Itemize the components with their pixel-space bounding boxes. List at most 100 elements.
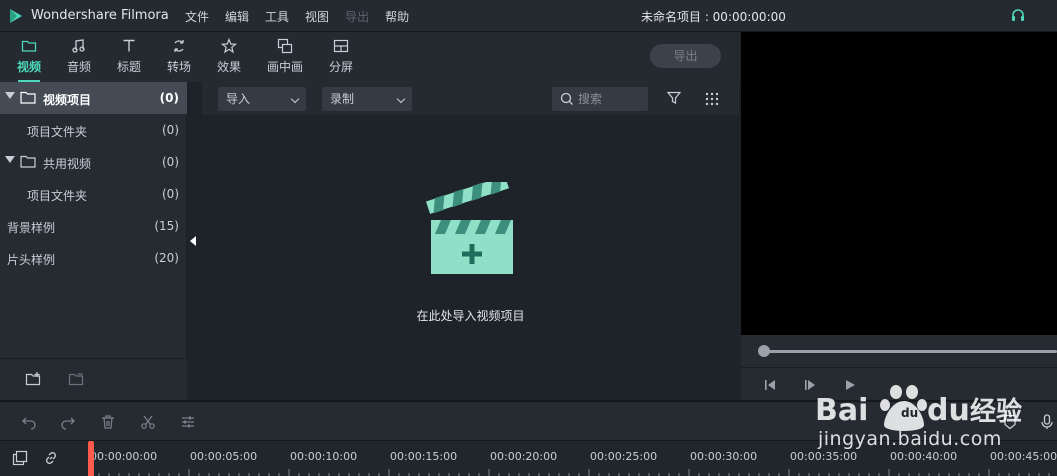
ruler-tick-label: 00:00:25:00: [590, 450, 658, 463]
folder-icon: [20, 155, 36, 168]
empty-media-hint: 在此处导入视频项目: [416, 309, 525, 323]
sidebar-item-count: (0): [162, 123, 179, 137]
undo-icon[interactable]: [21, 414, 37, 430]
preview-screen: [741, 32, 1057, 335]
ruler-tick-label: 00:00:20:00: [490, 450, 558, 463]
ruler-tick-label: 00:00:30:00: [690, 450, 758, 463]
tab-pip[interactable]: 画中画: [260, 36, 310, 78]
menu-help[interactable]: 帮助: [385, 8, 409, 25]
library-sidebar: 视频项目 (0) 项目文件夹 (0) 共用视频 (0) 项目文件夹 (0) 背景…: [0, 82, 187, 400]
grid-view-icon[interactable]: [705, 92, 719, 106]
title-bar: Wondershare Filmora 文件 编辑 工具 视图 导出 帮助 未命…: [0, 0, 1057, 32]
search-input[interactable]: [578, 91, 642, 107]
sidebar-item-label: 片头样例: [7, 253, 56, 267]
add-track-icon[interactable]: [12, 450, 28, 466]
split-screen-icon: [333, 39, 349, 53]
tab-audio[interactable]: 音频: [54, 36, 104, 78]
filmora-window: Wondershare Filmora 文件 编辑 工具 视图 导出 帮助 未命…: [0, 0, 1057, 476]
sidebar-item-label: 背景样例: [7, 221, 56, 235]
ruler-tick-label: 00:00:15:00: [390, 450, 458, 463]
menu-file[interactable]: 文件: [185, 8, 209, 25]
tab-title-label: 标题: [116, 60, 141, 74]
sidebar-footer: [0, 358, 187, 400]
preview-panel: [741, 32, 1057, 400]
search-box[interactable]: [552, 87, 648, 111]
tab-effects-label: 效果: [216, 60, 241, 74]
tab-transition[interactable]: 转场: [154, 36, 204, 78]
effects-icon: [221, 38, 237, 54]
watermark-brand: Bai: [815, 393, 868, 428]
sidebar-item-count: (0): [162, 155, 179, 169]
sidebar-item-background-samples[interactable]: 背景样例 (15): [0, 210, 187, 242]
filter-icon[interactable]: [667, 91, 681, 105]
tab-split-screen[interactable]: 分屏: [316, 36, 366, 78]
scrubber-handle[interactable]: [758, 345, 770, 357]
export-button[interactable]: 导出: [650, 44, 721, 68]
sidebar-item-label: 项目文件夹: [27, 189, 88, 203]
media-toolbar: 导入 录制: [202, 82, 739, 115]
ruler-tick-label: 00:00:05:00: [190, 450, 258, 463]
record-dropdown-label: 录制: [330, 92, 355, 106]
sidebar-item-count: (0): [159, 91, 179, 105]
svg-text:du: du: [901, 406, 918, 420]
media-library-panel: 导入 录制 搜索 在此处导入视频项目: [202, 82, 739, 400]
folder-icon: [21, 40, 37, 52]
chevron-down-icon: [290, 94, 300, 104]
collapse-sidebar-icon[interactable]: [190, 236, 196, 246]
svg-text:经验: 经验: [970, 396, 1022, 427]
redo-icon[interactable]: [60, 414, 76, 430]
tab-video[interactable]: 视频: [4, 36, 54, 82]
sidebar-item-intro-samples[interactable]: 片头样例 (20): [0, 242, 187, 274]
menu-export[interactable]: 导出: [345, 8, 369, 25]
playhead[interactable]: [88, 441, 94, 476]
menu-edit[interactable]: 编辑: [225, 8, 249, 25]
tab-transition-label: 转场: [166, 60, 191, 74]
search-icon: [560, 92, 573, 105]
headset-icon[interactable]: [1010, 8, 1026, 24]
sidebar-item-count: (0): [162, 187, 179, 201]
tab-video-label: 视频: [16, 60, 41, 74]
expand-caret-icon[interactable]: [5, 156, 15, 163]
sidebar-item-video-project[interactable]: 视频项目 (0): [0, 82, 187, 114]
chevron-down-icon: [396, 94, 406, 104]
project-title: 未命名项目 : 00:00:00:00: [641, 10, 786, 24]
preview-scrubber[interactable]: [741, 335, 1057, 367]
import-clapperboard-icon[interactable]: [425, 182, 517, 280]
sidebar-item-project-folder[interactable]: 项目文件夹 (0): [0, 114, 187, 146]
sidebar-item-shared-project-folder[interactable]: 项目文件夹 (0): [0, 178, 187, 210]
tab-split-screen-label: 分屏: [328, 60, 353, 74]
app-name: Wondershare Filmora: [31, 8, 169, 23]
previous-frame-icon[interactable]: [763, 378, 777, 392]
watermark-url: jingyan.baidu.com: [818, 428, 1002, 450]
new-folder-icon[interactable]: [25, 371, 41, 387]
tab-effects[interactable]: 效果: [204, 36, 254, 78]
ruler-tick-label: 00:00:10:00: [290, 450, 358, 463]
sidebar-item-shared-video[interactable]: 共用视频 (0): [0, 146, 187, 178]
tab-audio-label: 音频: [66, 60, 91, 74]
media-tab-bar: 视频 音频 标题 转场 效果 画中画 分屏: [0, 32, 740, 82]
remove-folder-icon[interactable]: [68, 371, 84, 387]
import-dropdown-label: 导入: [226, 92, 251, 106]
ruler-tick-label: 00:00:00:00: [90, 450, 158, 463]
music-note-icon: [72, 39, 85, 53]
record-dropdown[interactable]: 录制: [322, 87, 412, 111]
folder-icon: [20, 91, 36, 104]
scrubber-track[interactable]: [763, 350, 1057, 353]
import-dropdown[interactable]: 导入: [218, 87, 306, 111]
scissors-icon[interactable]: [140, 414, 156, 430]
adjust-icon[interactable]: [180, 414, 196, 430]
menu-view[interactable]: 视图: [305, 8, 329, 25]
delete-icon[interactable]: [100, 414, 116, 430]
tab-pip-label: 画中画: [266, 60, 303, 74]
sidebar-item-label: 共用视频: [43, 157, 92, 171]
tab-title[interactable]: 标题: [104, 36, 154, 78]
menu-bar: 文件 编辑 工具 视图 导出 帮助: [185, 8, 425, 25]
link-icon[interactable]: [43, 450, 59, 466]
expand-caret-icon[interactable]: [5, 92, 15, 99]
sidebar-item-label: 项目文件夹: [27, 125, 88, 139]
transition-icon: [174, 40, 184, 52]
pip-icon: [277, 38, 293, 54]
menu-tools[interactable]: 工具: [265, 8, 289, 25]
sidebar-item-label: 视频项目: [43, 93, 92, 107]
sidebar-item-count: (15): [154, 219, 179, 233]
